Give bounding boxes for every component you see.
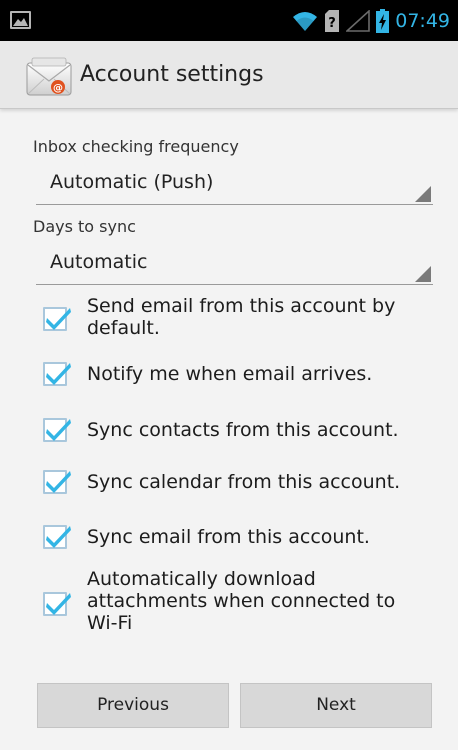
signal-icon [346, 10, 371, 32]
days-to-sync-value: Automatic [50, 251, 148, 273]
checkmark-icon [46, 526, 71, 548]
status-bar: ? 07:49 [0, 0, 458, 41]
picture-icon [10, 11, 31, 29]
checkmark-icon [46, 593, 71, 615]
checkmark-icon [46, 363, 71, 385]
action-bar: @ Account settings [0, 41, 458, 109]
option-label: Sync contacts from this account. [87, 419, 399, 441]
dropdown-arrow-icon [415, 186, 431, 202]
inbox-frequency-label: Inbox checking frequency [33, 137, 239, 156]
option-label-line: default. [87, 317, 160, 339]
days-to-sync-label: Days to sync [33, 217, 136, 236]
wifi-icon [293, 12, 318, 31]
email-app-icon[interactable]: @ [26, 57, 72, 97]
option-label: Sync email from this account. [87, 526, 370, 548]
checkmark-icon [46, 471, 71, 493]
inbox-frequency-value: Automatic (Push) [50, 171, 214, 193]
option-label-line: Automatically download [87, 568, 316, 590]
option-label-line: attachments when connected to [87, 590, 396, 612]
option-label-line: Send email from this account by [87, 295, 396, 317]
option-label-line: Wi-Fi [87, 612, 133, 634]
option-label: Notify me when email arrives. [87, 363, 373, 385]
checkbox-auto-download[interactable] [43, 592, 71, 616]
status-time: 07:49 [395, 10, 450, 32]
inbox-frequency-spinner[interactable]: Automatic (Push) [36, 165, 433, 205]
checkmark-icon [46, 308, 71, 330]
status-icons: ? 07:49 [292, 8, 450, 34]
no-sim-icon: ? [325, 10, 340, 32]
checkbox-send-default[interactable] [43, 307, 71, 331]
option-label: Sync calendar from this account. [87, 471, 401, 493]
previous-button[interactable]: Previous [37, 683, 229, 728]
option-label: Automatically download attachments when … [87, 568, 437, 634]
svg-text:@: @ [53, 83, 63, 94]
checkbox-sync-email[interactable] [43, 525, 71, 549]
checkbox-notify[interactable] [43, 362, 71, 386]
checkbox-sync-contacts[interactable] [43, 418, 71, 442]
days-to-sync-spinner[interactable]: Automatic [36, 245, 433, 285]
checkbox-sync-calendar[interactable] [43, 470, 71, 494]
next-button[interactable]: Next [240, 683, 432, 728]
dropdown-arrow-icon [415, 266, 431, 282]
option-label: Send email from this account by default. [87, 295, 437, 339]
svg-text:?: ? [328, 16, 336, 31]
checkmark-icon [46, 419, 71, 441]
battery-charging-icon [376, 9, 390, 33]
page-title: Account settings [80, 62, 264, 87]
